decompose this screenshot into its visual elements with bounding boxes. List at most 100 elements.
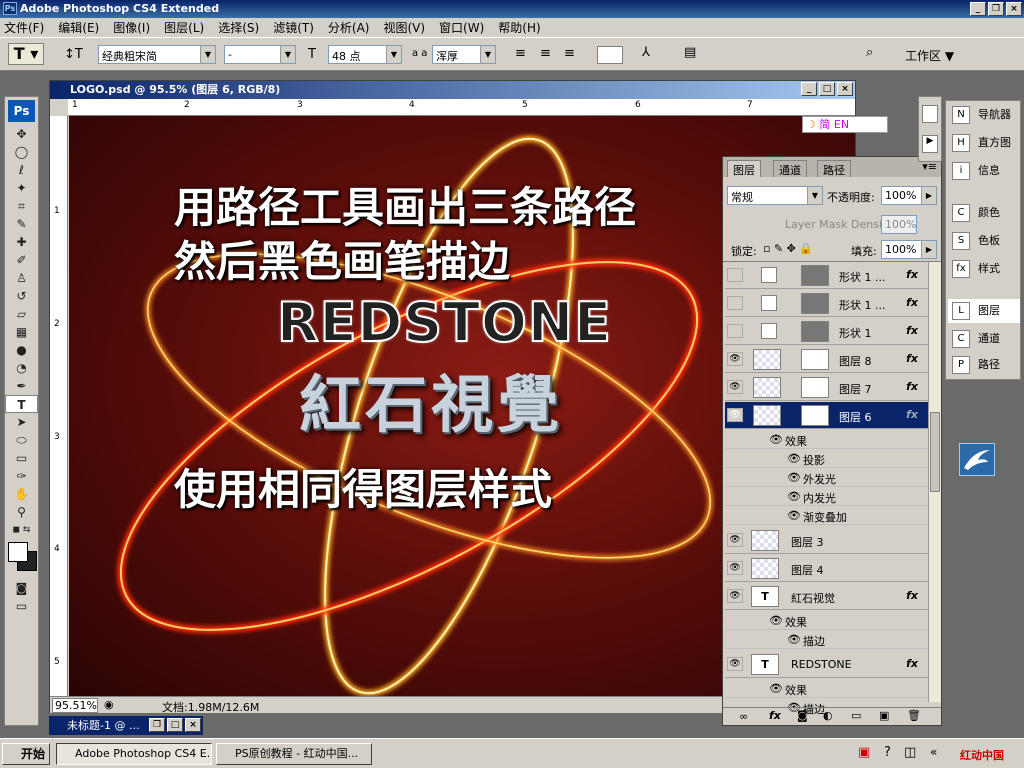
layer-row-selected[interactable]: 👁 图层 6 fx [725,402,928,429]
visibility-toggle[interactable] [727,296,743,310]
start-button[interactable]: 开始 [2,743,50,765]
doc-close-button[interactable]: × [837,82,853,96]
shape-tool-icon[interactable]: ⬭ [5,431,38,449]
fx-icon[interactable]: fx [906,352,918,365]
effect-row[interactable]: 👁 内发光 [725,487,928,506]
tab-channels[interactable]: 通道 [773,160,807,177]
layer-row[interactable]: 形状 1 ... fx [725,262,928,289]
menu-filter[interactable]: 滤镜(T) [273,19,314,36]
text-tool-preset-button[interactable]: T ▾ [8,43,44,65]
marquee-tool-icon[interactable]: ◯ [5,143,38,161]
eraser-tool-icon[interactable]: ▱ [5,305,38,323]
effect-row[interactable]: 👁 外发光 [725,468,928,487]
align-center-icon[interactable]: ≡ [540,46,551,61]
doc-maximize-button[interactable]: □ [819,82,835,96]
tab-paths[interactable]: 路径 [817,160,851,177]
clone-stamp-tool-icon[interactable]: ♙ [5,269,38,287]
fx-icon[interactable]: fx [906,589,918,602]
menu-file[interactable]: 文件(F) [4,19,44,36]
warp-text-icon[interactable]: ⅄ [642,45,650,60]
tab-layers[interactable]: 图层 [727,160,761,177]
eye-icon[interactable]: 👁 [727,380,743,394]
dodge-tool-icon[interactable]: ◔ [5,359,38,377]
type-tool-icon[interactable]: T [5,395,38,413]
effect-eye-icon[interactable]: 👁 [787,509,801,522]
layer-list-scrollbar[interactable] [928,262,941,702]
panel-paths[interactable]: P 路径 [948,353,1020,377]
panel-histogram[interactable]: H 直方图 [948,131,1020,155]
layer-row[interactable]: 形状 1 fx [725,318,928,345]
brush-tool-icon[interactable]: ✐ [5,251,38,269]
fx-icon[interactable]: fx [906,296,918,309]
blur-tool-icon[interactable]: ● [5,341,38,359]
font-size-select[interactable]: 48 点 ▼ [328,45,402,64]
visibility-toggle[interactable] [727,268,743,282]
default-colors-icon[interactable]: ◼ ⇆ [5,521,38,539]
font-style-select[interactable]: - ▼ [224,45,296,64]
layer-row[interactable]: 👁 图层 8 fx [725,346,928,373]
panel-navigator[interactable]: N 导航器 [948,103,1020,127]
minimized-document[interactable]: 未标题-1 @ ... ❐ □ × [49,716,203,735]
minimize-button[interactable]: _ [970,2,986,16]
task-photoshop[interactable]: Adobe Photoshop CS4 E... [56,743,212,765]
effect-eye-icon[interactable]: 👁 [787,471,801,484]
visibility-toggle[interactable] [727,324,743,338]
effects-eye-icon[interactable]: 👁 [769,433,783,446]
menu-view[interactable]: 视图(V) [383,19,425,36]
path-selection-tool-icon[interactable]: ➤ [5,413,38,431]
eye-icon[interactable]: 👁 [727,408,743,422]
panel-channels[interactable]: C 通道 [948,327,1020,351]
menu-layer[interactable]: 图层(L) [164,19,204,36]
panel-swatches[interactable]: S 色板 [948,229,1020,253]
text-orientation-icon[interactable]: ↕T [64,47,83,62]
pen-tool-icon[interactable]: ✒ [5,377,38,395]
restore-doc-button[interactable]: ❐ [149,718,165,732]
panel-layers[interactable]: L 图层 [948,299,1020,323]
effect-eye-icon[interactable]: 👁 [787,633,801,646]
eye-icon[interactable]: 👁 [727,533,743,547]
dock-panel-icon[interactable] [922,105,938,123]
menu-image[interactable]: 图像(I) [113,19,150,36]
close-button[interactable]: × [1006,2,1022,16]
hand-tool-icon[interactable]: ✋ [5,485,38,503]
eyedropper-3d-tool-icon[interactable]: ✑ [5,467,38,485]
panel-info[interactable]: i 信息 [948,159,1020,183]
screen-mode-icon[interactable]: ▭ [5,597,38,615]
lasso-tool-icon[interactable]: ℓ [5,161,38,179]
scrollbar-thumb[interactable] [930,412,940,492]
doc-minimize-button[interactable]: _ [801,82,817,96]
panel-color[interactable]: C 颜色 [948,201,1020,225]
layer-row[interactable]: 👁 图层 4 [725,555,928,582]
lock-icons[interactable]: ▫ ✎ ✥ 🔒 [763,242,813,255]
layer-row[interactable]: 形状 1 ... fx [725,290,928,317]
layer-row[interactable]: 👁 图层 3 [725,527,928,554]
eye-icon[interactable]: 👁 [727,561,743,575]
zoom-tool-icon[interactable]: ⚲ [5,503,38,521]
effects-eye-icon[interactable]: 👁 [769,614,783,627]
layer-row[interactable]: 👁 图层 7 fx [725,374,928,401]
character-panel-icon[interactable]: ▤ [684,45,696,60]
fill-input[interactable]: 100% ▶ [881,240,937,259]
eye-icon[interactable]: 👁 [727,657,743,671]
new-layer-icon[interactable]: ▣ [879,709,889,722]
fx-icon[interactable]: fx [906,380,918,393]
adjustment-layer-icon[interactable]: ◐ [823,709,833,722]
effects-header[interactable]: 👁 效果 [725,430,928,449]
delete-layer-icon[interactable]: 🗑 [907,709,921,722]
fx-icon[interactable]: fx [906,657,918,670]
healing-brush-tool-icon[interactable]: ✚ [5,233,38,251]
ime-toolbar[interactable]: ☽ 简 EN [802,116,888,133]
fx-icon[interactable]: fx [906,268,918,281]
quick-mask-icon[interactable]: ◙ [5,579,38,597]
eye-icon[interactable]: 👁 [727,352,743,366]
task-browser[interactable]: PS原创教程 - 红动中国... [216,743,372,765]
dock-play-icon[interactable]: ▶ [922,135,938,153]
color-swatches[interactable] [5,539,38,579]
zoom-level[interactable]: 95.51% [52,698,98,713]
menu-analysis[interactable]: 分析(A) [328,19,370,36]
link-layers-icon[interactable]: ∞ [739,710,748,723]
antialias-select[interactable]: 浑厚 ▼ [432,45,496,64]
menu-select[interactable]: 选择(S) [218,19,259,36]
magic-wand-tool-icon[interactable]: ✦ [5,179,38,197]
text-layer-row[interactable]: 👁 T REDSTONE fx [725,651,928,678]
